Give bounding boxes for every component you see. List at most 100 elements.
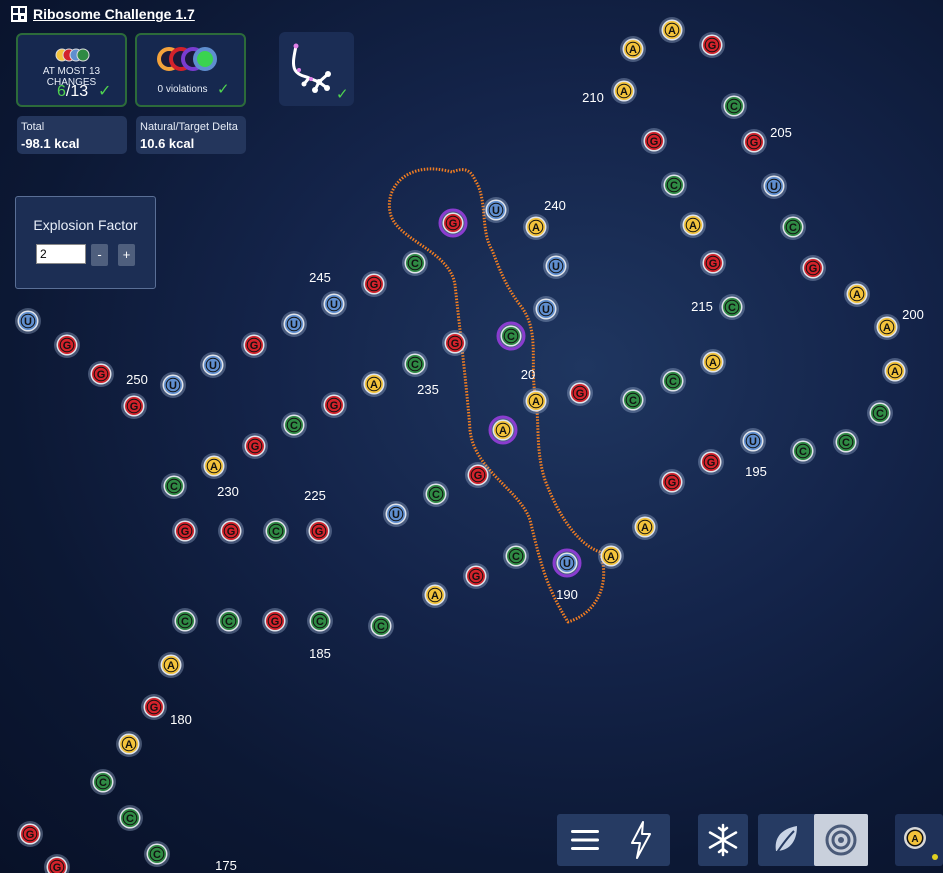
nucleotide-A[interactable]: A <box>680 212 706 238</box>
nucleotide-C[interactable]: C <box>719 294 745 320</box>
nucleotide-letter: A <box>499 425 507 437</box>
nucleotide-C[interactable]: C <box>144 841 170 867</box>
nucleotide-A[interactable]: A <box>882 358 908 384</box>
nucleotide-G[interactable]: G <box>442 330 468 356</box>
nucleotide-G[interactable]: G <box>88 361 114 387</box>
base-palette-button[interactable]: A <box>898 814 940 866</box>
nucleotide-G[interactable]: G <box>241 332 267 358</box>
target-mode-button[interactable] <box>814 814 868 866</box>
nucleotide-letter: G <box>150 702 159 714</box>
nucleotide-U[interactable]: U <box>281 311 307 337</box>
nucleotide-C[interactable]: C <box>867 400 893 426</box>
nucleotide-U[interactable]: U <box>533 296 559 322</box>
puzzle-title-text[interactable]: Ribosome Challenge 1.7 <box>33 6 195 22</box>
structure-thumbnail[interactable]: ✓ <box>279 32 354 106</box>
nucleotide-A[interactable]: A <box>611 78 637 104</box>
nucleotide-C[interactable]: C <box>161 473 187 499</box>
nucleotide-A[interactable]: A <box>874 314 900 340</box>
nucleotide-C[interactable]: C <box>721 93 747 119</box>
nucleotide-A[interactable]: A <box>632 514 658 540</box>
nucleotide-letter: G <box>449 218 458 230</box>
nucleotide-G[interactable]: G <box>141 694 167 720</box>
nucleotide-A[interactable]: A <box>201 453 227 479</box>
nucleotide-C[interactable]: C <box>402 250 428 276</box>
nucleotide-G[interactable]: G <box>741 129 767 155</box>
nucleotide-U[interactable]: U <box>200 352 226 378</box>
nucleotide-A[interactable]: A <box>659 17 685 43</box>
pairs-mode-button[interactable] <box>615 814 667 866</box>
nucleotide-C[interactable]: C <box>620 387 646 413</box>
nucleotide-G[interactable]: G <box>218 518 244 544</box>
nucleotide-A[interactable]: A <box>361 371 387 397</box>
nucleotide-G[interactable]: G <box>121 393 147 419</box>
nucleotide-G[interactable]: G <box>800 255 826 281</box>
nucleotide-G[interactable]: G <box>361 271 387 297</box>
nucleotide-A[interactable]: A <box>158 652 184 678</box>
nucleotide-A[interactable]: A <box>844 281 870 307</box>
nucleotide-U[interactable]: U <box>740 428 766 454</box>
nucleotide-A[interactable]: A <box>422 582 448 608</box>
nucleotide-C[interactable]: C <box>661 172 687 198</box>
nucleotide-C[interactable]: C <box>117 805 143 831</box>
nucleotide-G[interactable]: G <box>321 392 347 418</box>
nucleotide-G[interactable]: G <box>567 380 593 406</box>
nucleotide-C[interactable]: C <box>216 608 242 634</box>
puzzle-title[interactable]: Ribosome Challenge 1.7 <box>11 6 195 22</box>
explosion-factor-input[interactable] <box>36 244 86 264</box>
nucleotide-letter: C <box>181 616 189 628</box>
nucleotide-G[interactable]: G <box>17 821 43 847</box>
nucleotide-C[interactable]: C <box>503 543 529 569</box>
nucleotide-C[interactable]: C <box>307 608 333 634</box>
nucleotide-G[interactable]: G <box>262 608 288 634</box>
nucleotide-U[interactable]: U <box>483 197 509 223</box>
nucleotide-A[interactable]: A <box>620 36 646 62</box>
nucleotide-G[interactable]: G <box>463 563 489 589</box>
nucleotide-C[interactable]: C <box>172 608 198 634</box>
nucleotide-U[interactable]: U <box>543 253 569 279</box>
nucleotide-G[interactable]: G <box>700 250 726 276</box>
nucleotide-G[interactable]: G <box>698 449 724 475</box>
nucleotide-C[interactable]: C <box>780 214 806 240</box>
nucleotide-G[interactable]: G <box>44 854 70 873</box>
changes-constraint-card[interactable]: AT MOST 13 CHANGES 6/13 ✓ <box>16 33 127 107</box>
nucleotide-U[interactable]: U <box>761 173 787 199</box>
nucleotide-G[interactable]: G <box>659 469 685 495</box>
nucleotide-C[interactable]: C <box>833 429 859 455</box>
nucleotide-U[interactable]: U <box>383 501 409 527</box>
nucleotide-C[interactable]: C <box>402 351 428 377</box>
nucleotide-C[interactable]: C <box>496 321 526 351</box>
nucleotide-G[interactable]: G <box>438 208 468 238</box>
nucleotide-G[interactable]: G <box>172 518 198 544</box>
nucleotide-U[interactable]: U <box>160 372 186 398</box>
nucleotide-A[interactable]: A <box>116 731 142 757</box>
nucleotide-A[interactable]: A <box>523 388 549 414</box>
nucleotide-U[interactable]: U <box>552 548 582 578</box>
nucleotide-C[interactable]: C <box>790 438 816 464</box>
nucleotide-C[interactable]: C <box>90 769 116 795</box>
nucleotide-C[interactable]: C <box>281 412 307 438</box>
nucleotide-G[interactable]: G <box>641 128 667 154</box>
menu-button[interactable] <box>559 814 611 866</box>
nucleotide-C[interactable]: C <box>368 613 394 639</box>
nucleotide-G[interactable]: G <box>306 518 332 544</box>
nucleotide-G[interactable]: G <box>465 462 491 488</box>
nucleotide-letter: A <box>668 25 676 37</box>
explosion-increase-button[interactable]: + <box>118 244 135 266</box>
nucleotide-C[interactable]: C <box>423 481 449 507</box>
nucleotide-A[interactable]: A <box>523 214 549 240</box>
nucleotide-U[interactable]: U <box>321 291 347 317</box>
nucleotide-U[interactable]: U <box>15 308 41 334</box>
nucleotide-G[interactable]: G <box>242 433 268 459</box>
natural-mode-button[interactable] <box>760 814 812 866</box>
nucleotide-A[interactable]: A <box>598 543 624 569</box>
nucleotide-A[interactable]: A <box>700 349 726 375</box>
explosion-decrease-button[interactable]: - <box>91 244 108 266</box>
nucleotide-G[interactable]: G <box>54 332 80 358</box>
nucleotide-G[interactable]: G <box>699 32 725 58</box>
nucleotide-C[interactable]: C <box>660 368 686 394</box>
nucleotide-A[interactable]: A <box>488 415 518 445</box>
freeze-button[interactable] <box>697 814 749 866</box>
nucleotide-letter: G <box>709 258 718 270</box>
nucleotide-C[interactable]: C <box>263 518 289 544</box>
violations-constraint-card[interactable]: 0 violations ✓ <box>135 33 246 107</box>
